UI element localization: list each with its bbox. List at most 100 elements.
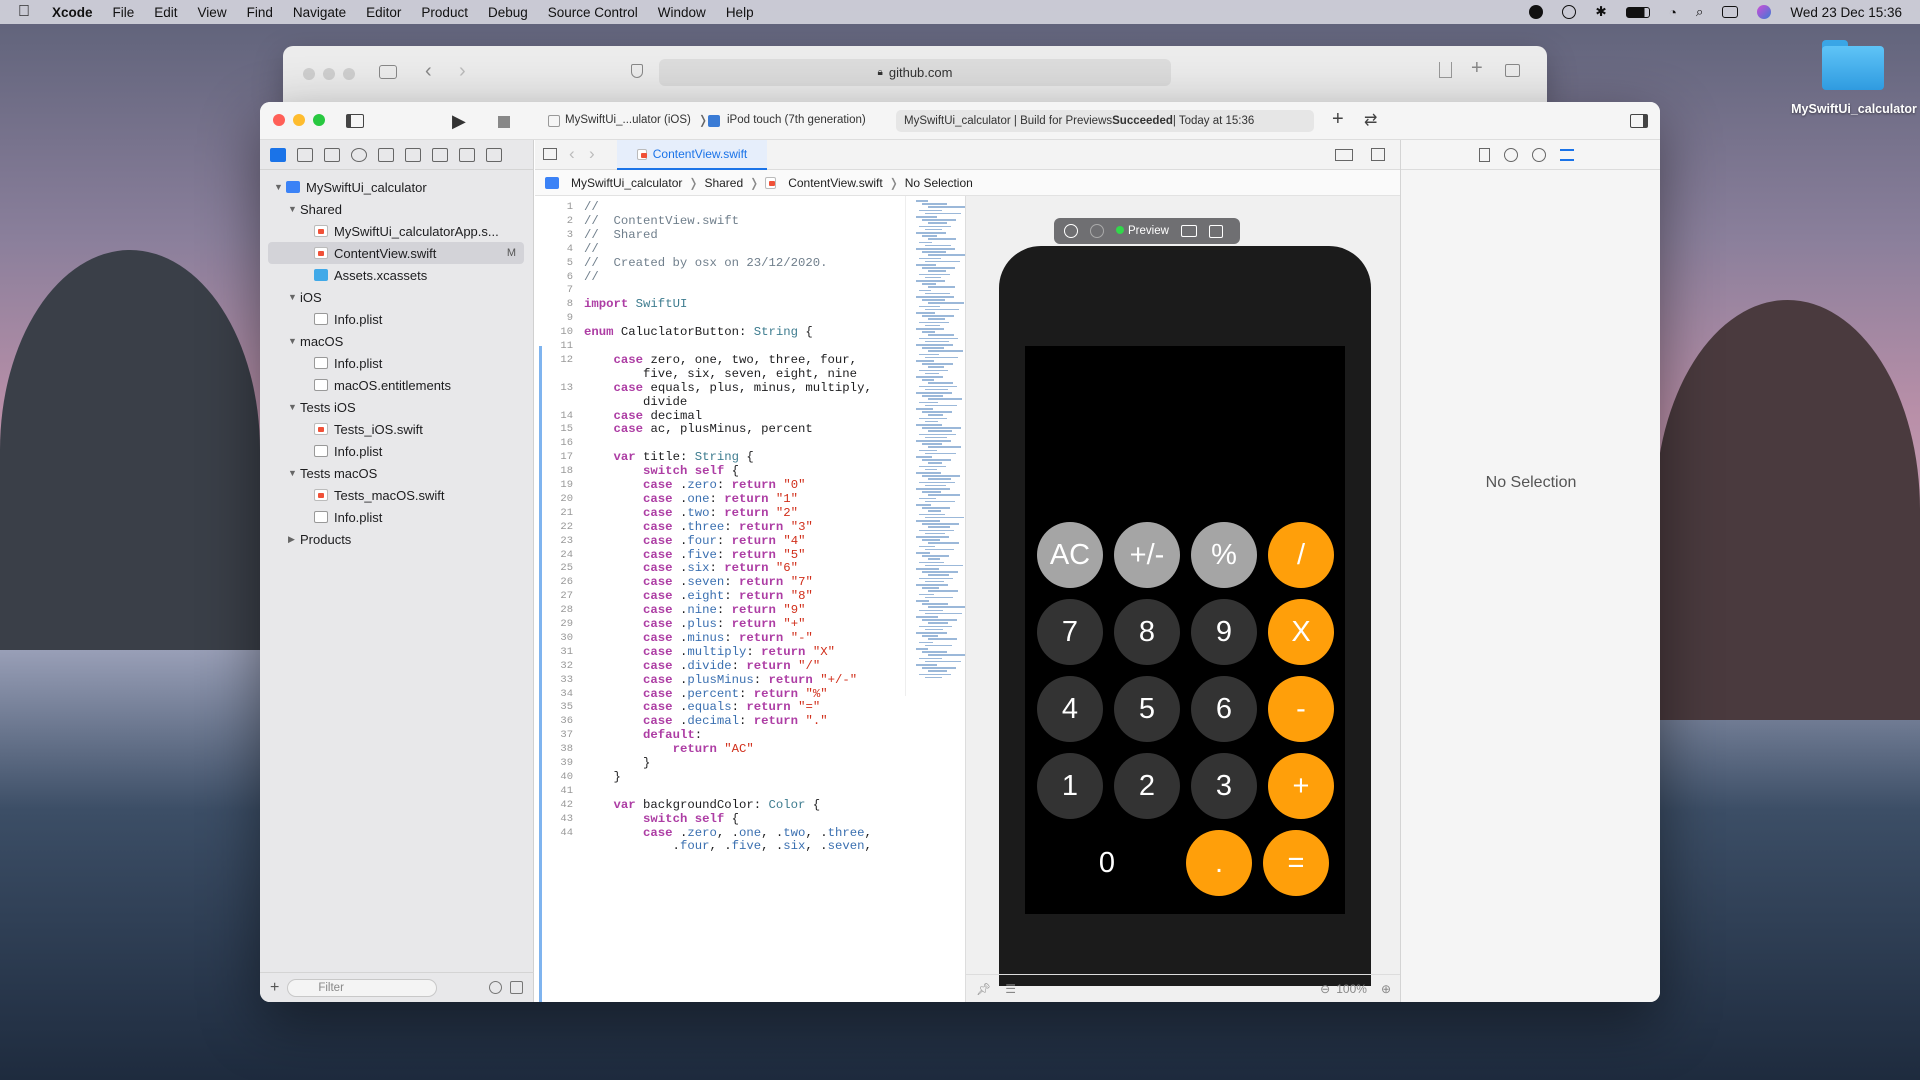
menu-source-control[interactable]: Source Control <box>548 5 638 20</box>
pin-icon[interactable]: 📌︎ <box>976 982 991 996</box>
live-preview-icon[interactable] <box>1064 224 1078 238</box>
menu-find[interactable]: Find <box>247 5 273 20</box>
safari-sidebar-icon[interactable] <box>379 65 397 79</box>
navigator-item[interactable]: Assets.xcassets <box>268 264 524 286</box>
navigator-item[interactable]: Info.plist <box>268 440 524 462</box>
navigator-item[interactable]: Info.plist <box>268 352 524 374</box>
menu-navigate[interactable]: Navigate <box>293 5 346 20</box>
calc-button[interactable]: 2 <box>1114 753 1180 819</box>
xcode-zoom-button[interactable] <box>313 114 325 126</box>
calc-button[interactable]: - <box>1268 676 1334 742</box>
safari-back-icon[interactable]: ‹ <box>425 60 432 83</box>
control-center-icon[interactable] <box>1722 6 1739 18</box>
chevron-down-icon[interactable]: ▼ <box>288 204 300 214</box>
destination-selector[interactable]: iPod touch (7th generation) <box>727 114 866 126</box>
spotlight-search-icon[interactable]: ⌕ <box>1696 4 1704 20</box>
duplicate-preview-icon[interactable] <box>1208 224 1223 238</box>
calc-button[interactable]: = <box>1263 830 1329 896</box>
breadcrumb-group[interactable]: Shared <box>704 176 743 190</box>
battery-icon[interactable] <box>1625 6 1650 18</box>
calc-button[interactable]: 0 <box>1042 830 1172 896</box>
calc-button[interactable]: +/- <box>1114 522 1180 588</box>
menu-window[interactable]: Window <box>658 5 706 20</box>
menu-edit[interactable]: Edit <box>154 5 177 20</box>
calc-button[interactable]: AC <box>1037 522 1103 588</box>
project-navigator-folder-icon[interactable] <box>270 147 286 162</box>
safari-forward-icon[interactable]: › <box>459 60 466 83</box>
menubar-clock[interactable]: Wed 23 Dec 15:36 <box>1790 5 1902 20</box>
menu-file[interactable]: File <box>113 5 135 20</box>
navigator-item[interactable]: Info.plist <box>268 506 524 528</box>
desktop-folder-icon[interactable] <box>1822 38 1884 90</box>
navigator-item[interactable]: MySwiftUi_calculatorApp.s... <box>268 220 524 242</box>
breakpoint-navigator-icon[interactable] <box>459 147 475 162</box>
menu-view[interactable]: View <box>198 5 227 20</box>
siri-icon[interactable] <box>1757 5 1772 19</box>
calc-button[interactable]: 9 <box>1191 599 1257 665</box>
breadcrumb-project[interactable]: MySwiftUi_calculator <box>571 176 682 190</box>
debug-navigator-icon[interactable] <box>432 147 448 162</box>
calc-button[interactable]: . <box>1186 830 1252 896</box>
navigator-item[interactable]: ContentView.swift M <box>268 242 524 264</box>
desktop-folder-label[interactable]: MySwiftUi_calculator <box>1790 102 1918 117</box>
source-control-icon[interactable] <box>297 147 313 162</box>
status-app-icon[interactable] <box>1529 5 1544 19</box>
safari-new-tab-icon[interactable]: + <box>1471 57 1483 80</box>
quick-help-icon[interactable] <box>1532 147 1546 162</box>
chevron-down-icon[interactable]: ▼ <box>288 292 300 302</box>
breadcrumb-file[interactable]: ContentView.swift <box>788 176 883 190</box>
calc-button[interactable]: + <box>1268 753 1334 819</box>
library-plus-icon[interactable]: + <box>1332 108 1344 131</box>
source-control-filter-icon[interactable] <box>510 981 524 994</box>
issue-navigator-icon[interactable] <box>378 147 394 162</box>
recent-files-icon[interactable] <box>489 981 503 994</box>
menu-help[interactable]: Help <box>726 5 754 20</box>
chevron-right-icon[interactable]: ▶ <box>288 534 300 545</box>
wifi-icon[interactable]: ◔ <box>1669 5 1677 20</box>
add-editor-icon[interactable] <box>1371 148 1385 161</box>
calc-button[interactable]: 4 <box>1037 676 1103 742</box>
related-items-icon[interactable] <box>543 148 557 160</box>
menu-debug[interactable]: Debug <box>488 5 528 20</box>
safari-minimize-button[interactable] <box>323 68 335 80</box>
navigator-item[interactable]: macOS.entitlements <box>268 374 524 396</box>
attributes-inspector-icon[interactable] <box>1560 148 1574 161</box>
zoom-in-icon[interactable]: ⊕ <box>1381 982 1391 996</box>
safari-tabs-overview-icon[interactable] <box>1505 64 1520 77</box>
calc-button[interactable]: 3 <box>1191 753 1257 819</box>
code-review-icon[interactable]: ⇄ <box>1364 110 1377 130</box>
navigator-item[interactable]: ▼ Tests iOS <box>268 396 524 418</box>
scheme-selector[interactable]: MySwiftUi_...ulator (iOS) <box>565 114 691 126</box>
chevron-down-icon[interactable]: ▼ <box>288 336 300 346</box>
calc-button[interactable]: / <box>1268 522 1334 588</box>
test-navigator-icon[interactable] <box>405 147 421 162</box>
history-inspector-icon[interactable] <box>1504 147 1518 162</box>
calc-button[interactable]: X <box>1268 599 1334 665</box>
navigator-item[interactable]: ▶ Products <box>268 528 524 550</box>
navigator-item[interactable]: ▼ iOS <box>268 286 524 308</box>
apple-menu-icon[interactable]:  <box>18 3 36 21</box>
navigator-item[interactable]: ▼ MySwiftUi_calculator <box>268 176 524 198</box>
report-navigator-icon[interactable] <box>486 147 502 162</box>
calc-button[interactable]: 5 <box>1114 676 1180 742</box>
stop-button[interactable] <box>498 116 510 128</box>
navigator-item[interactable]: ▼ Shared <box>268 198 524 220</box>
calc-button[interactable]: 6 <box>1191 676 1257 742</box>
chevron-down-icon[interactable]: ▼ <box>288 468 300 478</box>
zoom-level[interactable]: 100% <box>1336 982 1367 996</box>
menu-app-name[interactable]: Xcode <box>52 5 93 20</box>
editor-forward-icon[interactable]: › <box>589 144 595 164</box>
minimap[interactable] <box>905 196 967 696</box>
safari-zoom-button[interactable] <box>343 68 355 80</box>
safari-close-button[interactable] <box>303 68 315 80</box>
preview-status[interactable]: Preview <box>1116 225 1169 237</box>
navigator-item[interactable]: ▼ Tests macOS <box>268 462 524 484</box>
navigator-item[interactable]: ▼ macOS <box>268 330 524 352</box>
inspector-toggle-icon[interactable] <box>1630 114 1648 128</box>
navigator-item[interactable]: Tests_iOS.swift <box>268 418 524 440</box>
filter-input[interactable]: Filter <box>287 978 438 997</box>
bluetooth-icon[interactable]: ✱ <box>1595 4 1606 20</box>
editor-options-icon[interactable] <box>1335 149 1353 161</box>
add-file-icon[interactable]: + <box>270 979 279 997</box>
symbol-navigator-icon[interactable] <box>324 147 340 162</box>
